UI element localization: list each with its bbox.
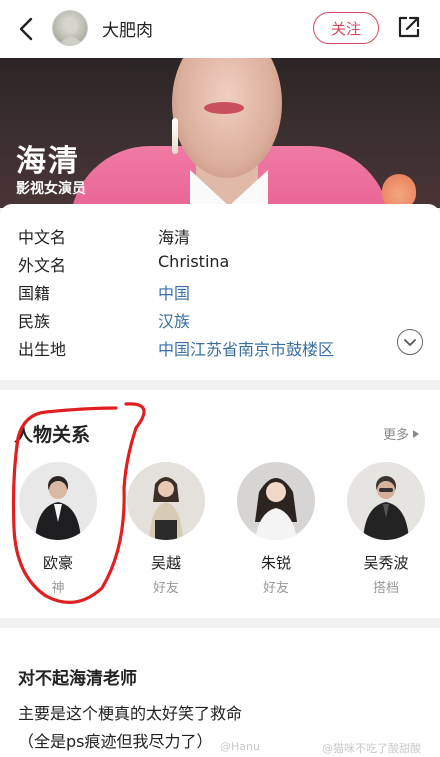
relation-card[interactable]: 朱锐 好友 [234,462,318,596]
info-value-link[interactable]: 汉族 [158,308,190,332]
relation-card[interactable]: 欧豪 神 [16,462,100,596]
top-bar: 大肥肉 关注 [0,0,440,58]
info-value: 海清 [158,228,191,247]
more-link[interactable]: 更多 [383,424,420,443]
relation-name: 朱锐 [260,554,291,572]
expand-chevron-icon[interactable] [397,329,423,355]
post-section: 对不起海清老师 主要是这个梗真的太好笑了救命 （全是ps痕迹但我尽力了） [0,628,440,757]
more-label: 更多 [383,428,410,443]
flower-decoration [382,174,416,208]
relations-title: 人物关系 [14,424,91,446]
info-row: 民族 汉族 [18,308,190,332]
info-label: 外文名 [18,256,67,275]
relation-avatar [237,462,315,540]
info-row: 中文名 海清 [18,224,190,248]
portrait-earring [172,118,178,154]
relation-name: 吴秀波 [363,554,409,572]
watermark-right: @猫咪不吃了酸甜酸 [322,742,421,755]
user-avatar[interactable] [52,10,88,46]
info-row: 出生地 中国江苏省南京市鼓楼区 [18,336,334,360]
relation-card[interactable]: 吴秀波 搭档 [344,462,428,596]
share-icon[interactable] [396,14,422,40]
relation-name: 欧豪 [42,554,73,572]
relation-type: 神 [51,581,65,596]
follow-button[interactable]: 关注 [313,12,379,44]
username[interactable]: 大肥肉 [102,16,153,41]
person-name: 海清 [16,144,80,179]
hero-banner: 海清 影视女演员 [0,58,440,208]
info-value-link[interactable]: 中国 [158,280,190,304]
chevron-right-icon [413,429,420,438]
info-label: 民族 [18,312,51,331]
relations-section: 人物关系 更多 欧豪 神 吴越 好友 朱锐 好友 吴秀波 搭档 [0,390,440,618]
post-line: （全是ps痕迹但我尽力了） [18,732,213,751]
relation-avatar [127,462,205,540]
post-title: 对不起海清老师 [18,669,137,689]
info-label: 国籍 [18,284,51,303]
person-role: 影视女演员 [16,181,86,197]
portrait-lips [204,102,244,114]
info-label: 中文名 [18,228,67,247]
info-row: 国籍 中国 [18,280,190,304]
relation-card[interactable]: 吴越 好友 [124,462,208,596]
back-arrow-icon[interactable] [16,16,40,42]
relation-type: 搭档 [372,581,399,596]
info-card: 中文名 海清 外文名 Christina 国籍 中国 民族 汉族 出生地 中国江… [0,204,440,380]
relation-name: 吴越 [150,554,181,572]
info-label: 出生地 [18,340,67,359]
info-value-link[interactable]: 中国江苏省南京市鼓楼区 [158,336,334,360]
relation-type: 好友 [262,581,289,596]
relation-avatar [347,462,425,540]
relation-avatar [19,462,97,540]
relation-type: 好友 [152,581,179,596]
post-line: 主要是这个梗真的太好笑了救命 [18,704,243,723]
info-row: 外文名 Christina [18,252,229,276]
info-value: Christina [158,252,230,271]
watermark-left: @Hanu [220,740,260,753]
